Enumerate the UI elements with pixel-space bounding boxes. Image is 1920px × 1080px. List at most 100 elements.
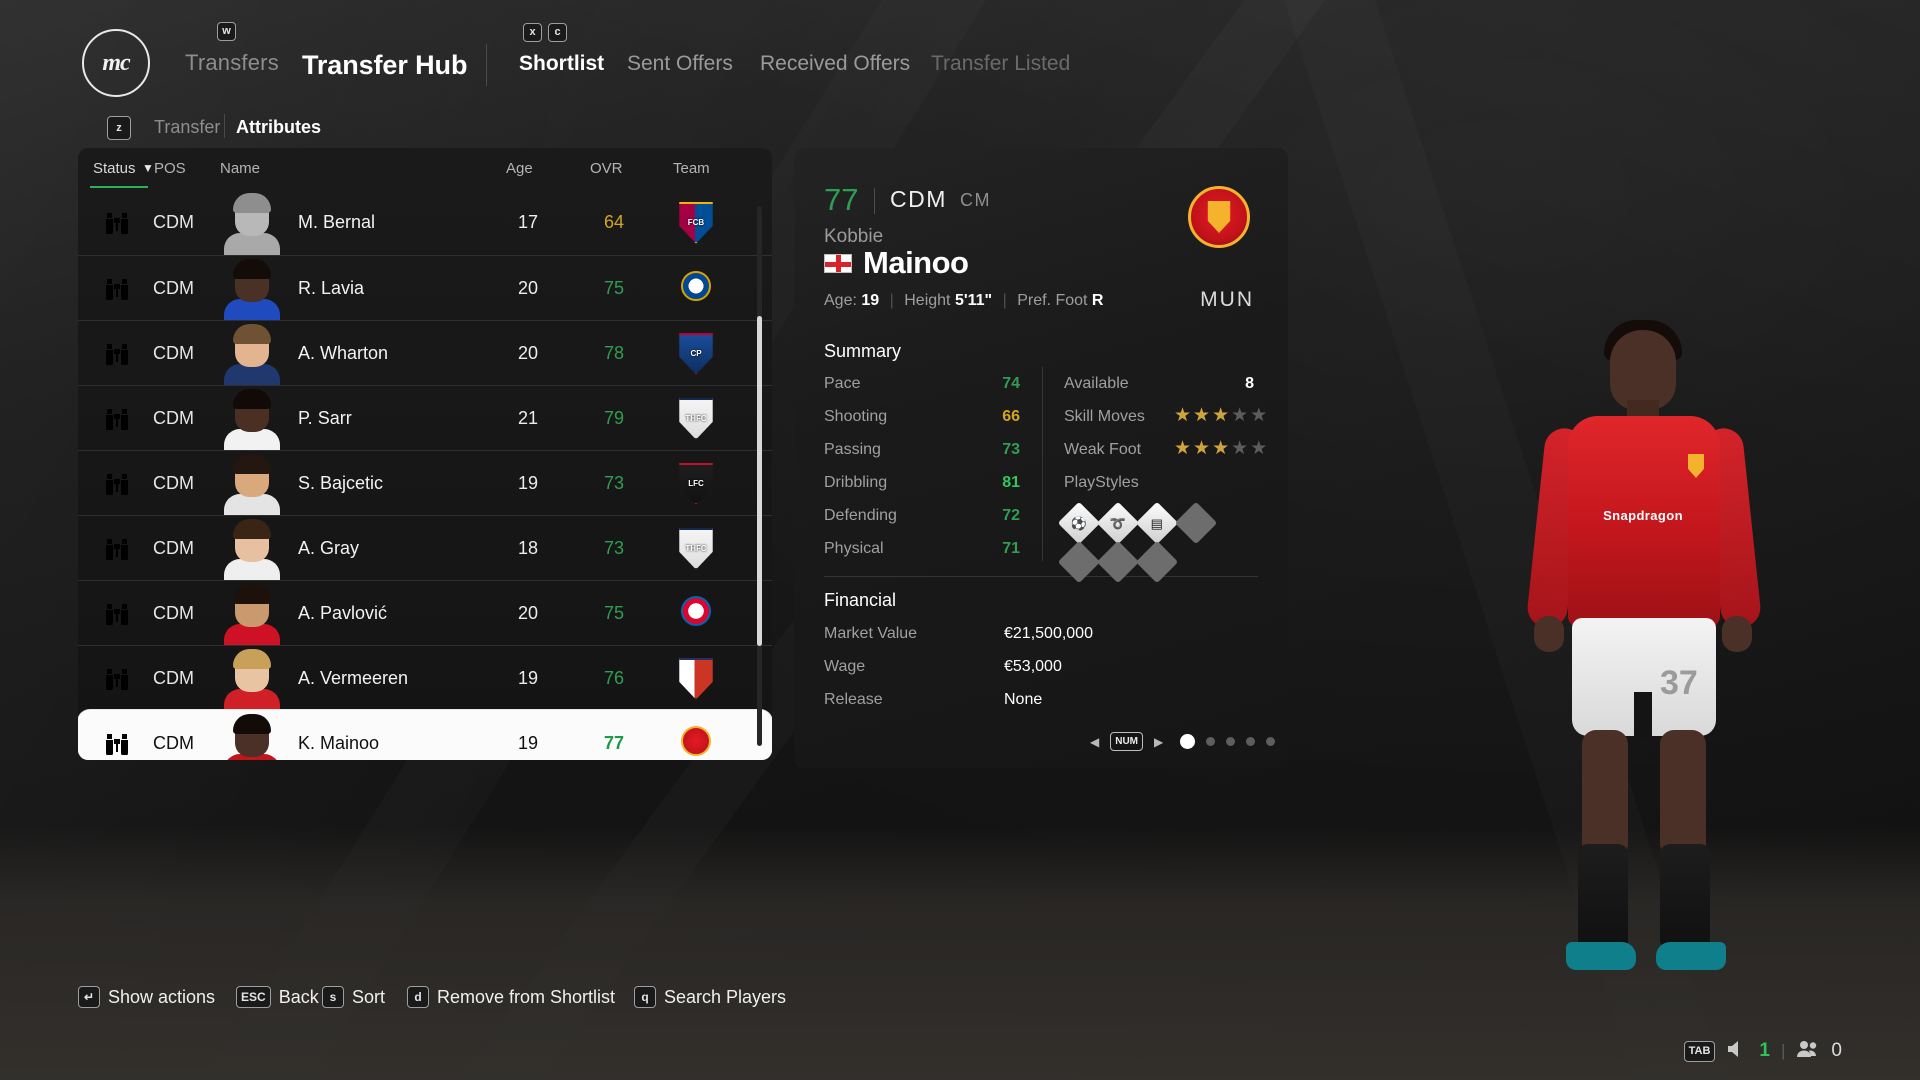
- hud-divider: |: [1781, 1041, 1786, 1060]
- action-label: Sort: [352, 986, 386, 1007]
- player-head: [1610, 330, 1676, 410]
- row-position: CDM: [153, 408, 194, 428]
- row-player-name: R. Lavia: [298, 278, 365, 298]
- player-right-sock: [1660, 844, 1710, 950]
- row-overall: 75: [603, 603, 624, 623]
- financial-value: €53,000: [1004, 658, 1062, 675]
- scout-status-icon[interactable]: [96, 516, 138, 581]
- table-row[interactable]: CDM A. Gray 18 73 THFC: [78, 515, 772, 581]
- key-hint: ↵: [78, 986, 100, 1008]
- row-position: CDM: [153, 343, 194, 363]
- age-value: 19: [861, 292, 880, 309]
- pager-dot[interactable]: [1206, 737, 1216, 746]
- sort-caret-icon[interactable]: ▼: [142, 161, 154, 175]
- tab-transfer-listed[interactable]: Transfer Listed: [931, 52, 1070, 76]
- nav-transfers[interactable]: Transfers: [185, 50, 279, 76]
- table-row[interactable]: CDM A. Vermeeren 19 76: [78, 645, 772, 711]
- press-proven-icon: ⚽: [1057, 501, 1101, 545]
- tab-shortlist[interactable]: Shortlist: [519, 52, 604, 76]
- row-team-crest: THFC: [666, 386, 726, 451]
- table-row[interactable]: CDM R. Lavia 20 75: [78, 255, 772, 321]
- financial-label: Market Value: [824, 625, 918, 642]
- table-scrollbar-thumb[interactable]: [757, 316, 762, 646]
- skill-moves-stars: ★ ★ ★ ★ ★: [1174, 405, 1268, 426]
- table-row[interactable]: CDM A. Wharton 20 78 CP: [78, 320, 772, 386]
- player-rows-container: CDM M. Bernal 17 64 FCB CDM R. Lavia 20 75 CDM A. …: [78, 190, 772, 760]
- row-team-crest: [666, 711, 726, 760]
- tab-received-offers[interactable]: Received Offers: [760, 52, 910, 76]
- attribute-value: 81: [1002, 474, 1020, 491]
- weak-foot-label: Weak Foot: [1064, 441, 1142, 458]
- attribute-value: 66: [1002, 408, 1020, 425]
- active-sort-underline: [90, 186, 148, 188]
- key-hint: ESC: [236, 986, 271, 1008]
- player-detail-panel: 77 CDM CM Kobbie Mainoo Age: 19 | Height…: [794, 148, 1288, 768]
- action-back[interactable]: ESC Back: [236, 986, 319, 1008]
- column-header-ovr[interactable]: OVR: [590, 160, 623, 177]
- height-value: 5'11": [954, 292, 993, 309]
- header-divider: [486, 44, 487, 86]
- scout-status-icon[interactable]: [96, 451, 138, 516]
- table-scrollbar-track[interactable]: [757, 206, 762, 746]
- pager-dot[interactable]: [1180, 734, 1196, 749]
- row-overall: 73: [603, 538, 624, 558]
- scout-status-icon[interactable]: [96, 581, 138, 646]
- page-title: Transfer Hub: [302, 50, 468, 80]
- financial-value: None: [1004, 691, 1043, 708]
- action-remove-from-shortlist[interactable]: d Remove from Shortlist: [407, 986, 615, 1008]
- pager-dot[interactable]: [1226, 737, 1236, 746]
- pager-next-icon[interactable]: ▶: [1154, 735, 1163, 749]
- key-hint-x: x: [523, 23, 542, 42]
- column-header-age[interactable]: Age: [506, 160, 533, 177]
- row-player-name: M. Bernal: [298, 212, 376, 232]
- pager-dot[interactable]: [1266, 737, 1276, 746]
- detail-pagination[interactable]: ◀ NUM ▶: [1090, 732, 1276, 751]
- key-hint: d: [407, 986, 429, 1008]
- available-label: Available: [1064, 375, 1129, 392]
- pager-prev-icon[interactable]: ◀: [1090, 735, 1099, 749]
- row-age: 20: [517, 343, 538, 363]
- column-header-status[interactable]: Status: [93, 160, 136, 177]
- people-icon: [1796, 1040, 1820, 1062]
- table-row[interactable]: CDM S. Bajcetic 19 73 LFC: [78, 450, 772, 516]
- attribute-label: Passing: [824, 441, 881, 458]
- scout-status-icon[interactable]: [96, 711, 138, 760]
- row-overall: 73: [603, 473, 624, 493]
- playstyles-label: PlayStyles: [1064, 474, 1139, 491]
- row-age: 18: [517, 538, 538, 558]
- action-label: Back: [278, 986, 319, 1007]
- table-row[interactable]: CDM P. Sarr 21 79 THFC: [78, 385, 772, 451]
- whipped-pass-icon: ➰: [1096, 501, 1140, 545]
- subtab-attributes[interactable]: Attributes: [236, 117, 321, 138]
- subtab-transfer[interactable]: Transfer: [154, 117, 220, 138]
- key-hint-c: c: [548, 23, 567, 42]
- row-age: 17: [517, 212, 538, 232]
- skill-moves-label: Skill Moves: [1064, 408, 1145, 425]
- row-team-crest: CP: [666, 321, 726, 386]
- action-search-players[interactable]: q Search Players: [634, 986, 786, 1008]
- action-sort[interactable]: s Sort: [322, 986, 385, 1008]
- financial-value: €21,500,000: [1004, 625, 1093, 642]
- column-header-pos[interactable]: POS: [154, 160, 186, 177]
- column-header-name[interactable]: Name: [220, 160, 260, 177]
- table-row[interactable]: CDM M. Bernal 17 64 FCB: [78, 190, 772, 255]
- section-title-summary: Summary: [824, 341, 902, 361]
- scout-status-icon[interactable]: [96, 646, 138, 711]
- pager-dot[interactable]: [1246, 737, 1256, 746]
- detail-position: CDM: [890, 186, 947, 212]
- scout-status-icon[interactable]: [96, 321, 138, 386]
- scout-status-icon[interactable]: [96, 256, 138, 321]
- playstyles-grid: ⚽ ➰ ▤: [1057, 501, 1244, 584]
- row-team-crest: [666, 581, 726, 646]
- key-hint-num: NUM: [1110, 732, 1144, 751]
- action-show-actions[interactable]: ↵ Show actions: [78, 986, 215, 1008]
- table-row[interactable]: CDM K. Mainoo 19 77: [78, 710, 772, 760]
- tab-sent-offers[interactable]: Sent Offers: [627, 52, 733, 76]
- scout-status-icon[interactable]: [96, 190, 138, 255]
- row-age: 21: [517, 408, 538, 428]
- scout-status-icon[interactable]: [96, 386, 138, 451]
- row-position: CDM: [153, 278, 194, 298]
- column-header-team[interactable]: Team: [673, 160, 710, 177]
- detail-bio-line: Age: 19 | Height 5'11" | Pref. Foot R: [824, 292, 1103, 310]
- table-row[interactable]: CDM A. Pavlović 20 75: [78, 580, 772, 646]
